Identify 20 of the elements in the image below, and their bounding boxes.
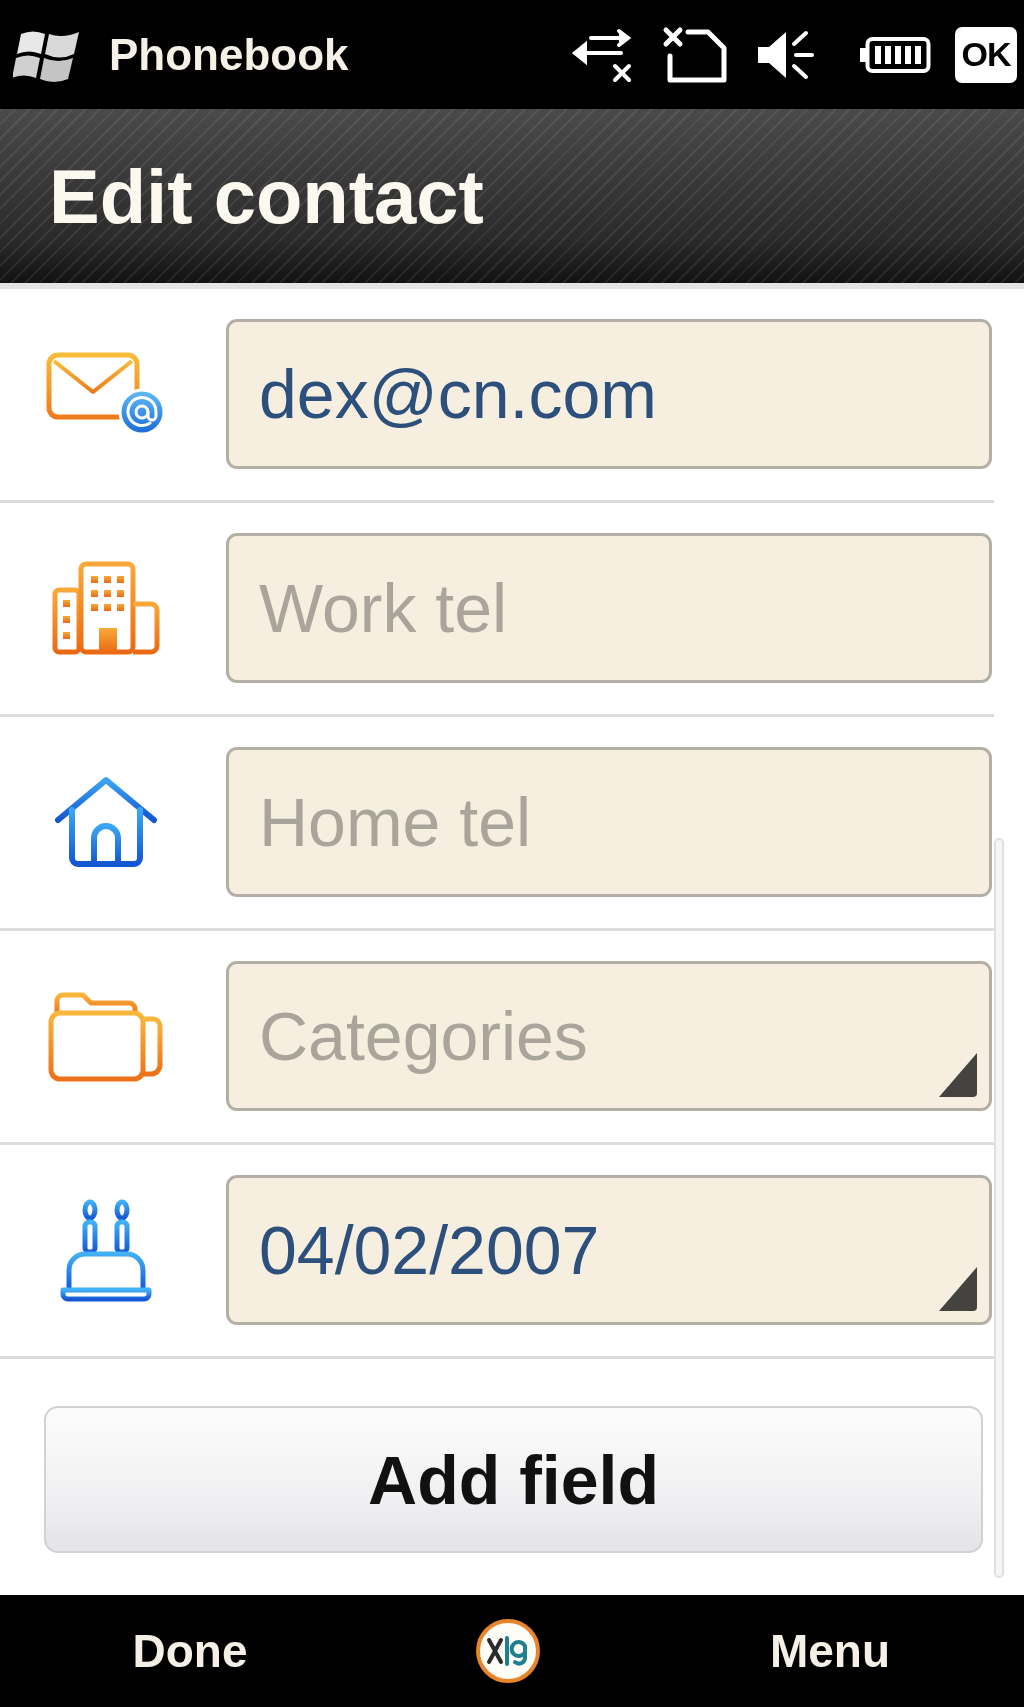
dropdown-arrow-icon[interactable] xyxy=(939,1267,977,1311)
page-title: Edit contact xyxy=(49,152,484,240)
birthday-dropdown[interactable]: 04/02/2007 xyxy=(226,1175,992,1325)
category-dropdown[interactable]: Categories xyxy=(226,961,992,1111)
home-phone-field[interactable]: Home tel xyxy=(226,747,992,897)
app-name: Phonebook xyxy=(109,29,349,80)
scrollbar-thumb[interactable] xyxy=(994,838,1004,1578)
done-button[interactable]: Done xyxy=(132,1624,248,1678)
ok-button[interactable]: OK xyxy=(955,26,1017,83)
envelope-at-icon xyxy=(46,352,166,436)
work-phone-field[interactable]: Work tel xyxy=(226,533,992,683)
office-building-icon xyxy=(51,560,161,656)
add-field-button[interactable]: Add field xyxy=(44,1406,983,1553)
dropdown-arrow-icon[interactable] xyxy=(939,1053,977,1097)
email-field[interactable]: dex@cn.com xyxy=(226,319,992,469)
house-icon xyxy=(52,774,160,870)
battery-icon[interactable] xyxy=(860,36,931,73)
input-panel-icon[interactable] xyxy=(475,1618,541,1684)
menu-button[interactable]: Menu xyxy=(769,1624,891,1678)
cake-icon xyxy=(59,1198,153,1302)
